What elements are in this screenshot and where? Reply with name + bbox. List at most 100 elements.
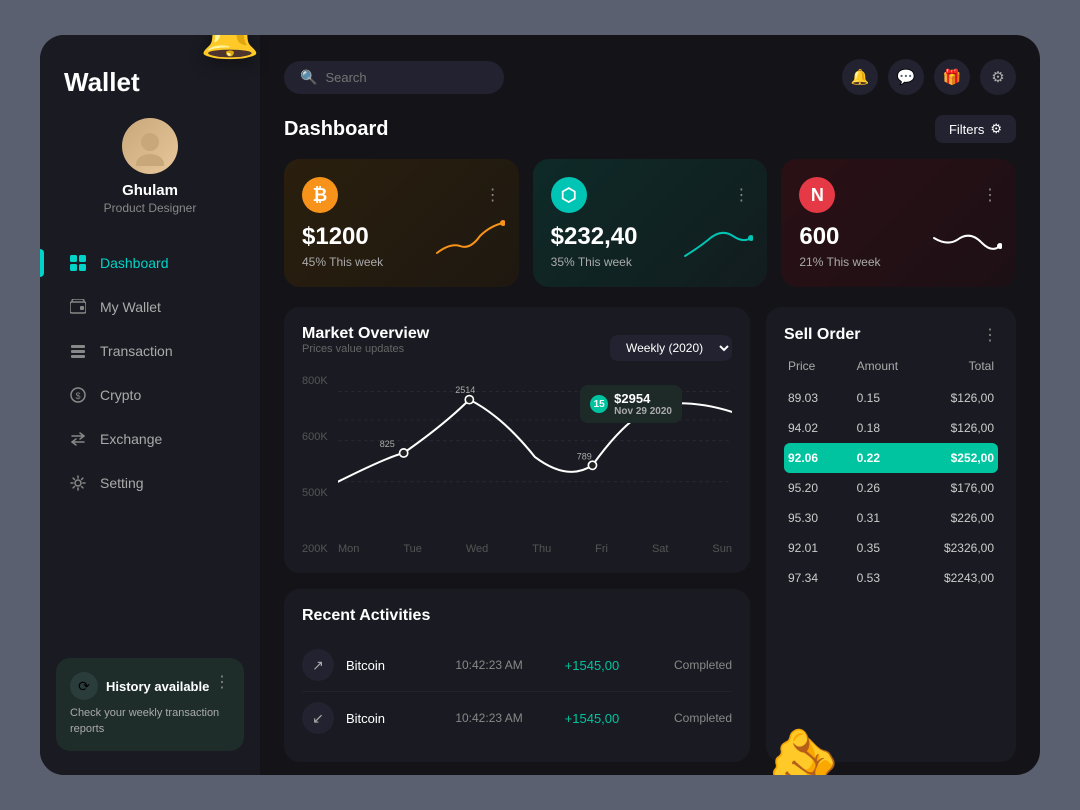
sidebar-nav: Dashboard My Wallet [40,243,260,658]
svg-text:$: $ [75,391,80,401]
row5-amount: 0.31 [857,511,926,525]
message-button[interactable]: 💬 [888,59,924,95]
sell-table: Price Amount Total 89.03 0.15 $126,00 94… [784,359,998,593]
row2-total: $126,00 [925,421,994,435]
activity-icon-1: ↗ [302,649,334,681]
sell-order-title: Sell Order [784,326,860,344]
app-title: Wallet [64,67,236,98]
profile-role: Product Designer [104,201,197,215]
activity-icon-2: ↙ [302,702,334,734]
row5-total: $226,00 [925,511,994,525]
row7-amount: 0.53 [857,571,926,585]
x-label-fri: Fri [595,543,608,555]
dashboard-icon [68,253,88,273]
main-content: 🔍 🔔 💬 🎁 ⚙ Dashboard Filters ⚙ ₿ [260,35,1040,775]
chart-y-labels: 800K 600K 500K 200K [302,375,328,555]
bell-notification: 🔔 [200,35,260,62]
sell-row-6: 92.01 0.35 $2326,00 [784,533,998,563]
activity-status-2: Completed [674,711,732,725]
activity-amount-2: +1545,00 [565,711,662,726]
market-panel: Market Overview Prices value updates Wee… [284,307,750,573]
row6-total: $2326,00 [925,541,994,555]
sidebar-item-exchange[interactable]: Exchange [52,419,248,459]
btc-icon: ₿ [302,177,338,213]
eth-card-menu[interactable]: ⋮ [733,185,749,205]
btc-card: ₿ ⋮ $1200 45% This week [284,159,519,287]
sidebar-item-transaction[interactable]: Transaction [52,331,248,371]
eth-icon: ⬡ [551,177,587,213]
history-icon: ⟳ [70,672,98,700]
history-menu-button[interactable]: ⋮ [214,672,230,692]
y-label-800k: 800K [302,375,328,387]
sell-order-menu[interactable]: ⋮ [982,325,998,345]
sidebar-item-my-wallet[interactable]: My Wallet [52,287,248,327]
sell-order-header: Sell Order ⋮ [784,325,998,345]
y-label-500k: 500K [302,487,328,499]
neo-card-menu[interactable]: ⋮ [982,185,998,205]
tooltip-date: Nov 29 2020 [614,406,672,417]
transaction-icon [68,341,88,361]
row3-total: $252,00 [925,451,994,465]
market-subtitle: Prices value updates [302,343,429,355]
search-input[interactable] [325,70,488,85]
btc-change-period: This week [329,255,383,269]
crypto-cards-row: ₿ ⋮ $1200 45% This week [284,159,1016,287]
x-label-wed: Wed [466,543,488,555]
row2-price: 94.02 [788,421,857,435]
col-amount: Amount [857,359,926,373]
sell-row-1: 89.03 0.15 $126,00 [784,383,998,413]
sidebar-profile: Ghulam Product Designer [40,118,260,215]
activity-status-1: Completed [674,658,732,672]
search-box[interactable]: 🔍 [284,61,504,94]
setting-icon [68,473,88,493]
dashboard-header: Dashboard Filters ⚙ [284,115,1016,143]
period-select[interactable]: Weekly (2020) [610,335,732,361]
top-bar: 🔍 🔔 💬 🎁 ⚙ [284,59,1016,95]
y-label-600k: 600K [302,431,328,443]
sidebar-item-dashboard[interactable]: Dashboard [52,243,248,283]
row3-price: 92.06 [788,451,857,465]
btc-card-menu[interactable]: ⋮ [485,185,501,205]
sell-table-header: Price Amount Total [784,359,998,373]
notification-button[interactable]: 🔔 [842,59,878,95]
filters-button[interactable]: Filters ⚙ [935,115,1016,143]
history-header: ⟳ History available [70,672,230,700]
sidebar-item-transaction-label: Transaction [100,343,173,359]
tooltip-inner: $2954 Nov 29 2020 [614,391,672,417]
svg-text:2514: 2514 [455,385,475,395]
gift-button[interactable]: 🎁 [934,59,970,95]
app-container: 🔔 Wallet Ghulam Product Designer [40,35,1040,775]
row7-price: 97.34 [788,571,857,585]
sell-order-panel: Sell Order ⋮ Price Amount Total 89.03 0.… [766,307,1016,762]
row1-total: $126,00 [925,391,994,405]
activities-title: Recent Activities [302,607,732,625]
sidebar-item-setting[interactable]: Setting [52,463,248,503]
btc-card-top: ₿ ⋮ [302,177,501,213]
x-label-sun: Sun [712,543,732,555]
chart-x-labels: Mon Tue Wed Thu Fri Sat Sun [338,543,732,555]
filters-label: Filters [949,122,984,137]
tooltip-badge: 15 [590,395,608,413]
neo-card-top: N ⋮ [799,177,998,213]
row6-amount: 0.35 [857,541,926,555]
row4-total: $176,00 [925,481,994,495]
activity-name-1: Bitcoin [346,658,443,673]
svg-text:825: 825 [380,439,395,449]
row2-amount: 0.18 [857,421,926,435]
activity-name-2: Bitcoin [346,711,443,726]
activity-row-1: ↗ Bitcoin 10:42:23 AM +1545,00 Completed [302,639,732,692]
btc-change-pct: 45% [302,255,326,269]
activity-row-2: ↙ Bitcoin 10:42:23 AM +1545,00 Completed [302,692,732,744]
settings-button[interactable]: ⚙ [980,59,1016,95]
top-actions: 🔔 💬 🎁 ⚙ [842,59,1016,95]
history-card: ⟳ History available ⋮ Check your weekly … [56,658,244,751]
eth-chart [683,218,753,263]
sidebar-item-crypto-label: Crypto [100,387,141,403]
row5-price: 95.30 [788,511,857,525]
btc-chart [435,218,505,263]
col-price: Price [788,359,857,373]
sidebar-item-crypto[interactable]: $ Crypto [52,375,248,415]
filter-icon: ⚙ [990,121,1002,137]
neo-change-pct: 21% [799,255,823,269]
sidebar-item-exchange-label: Exchange [100,431,162,447]
